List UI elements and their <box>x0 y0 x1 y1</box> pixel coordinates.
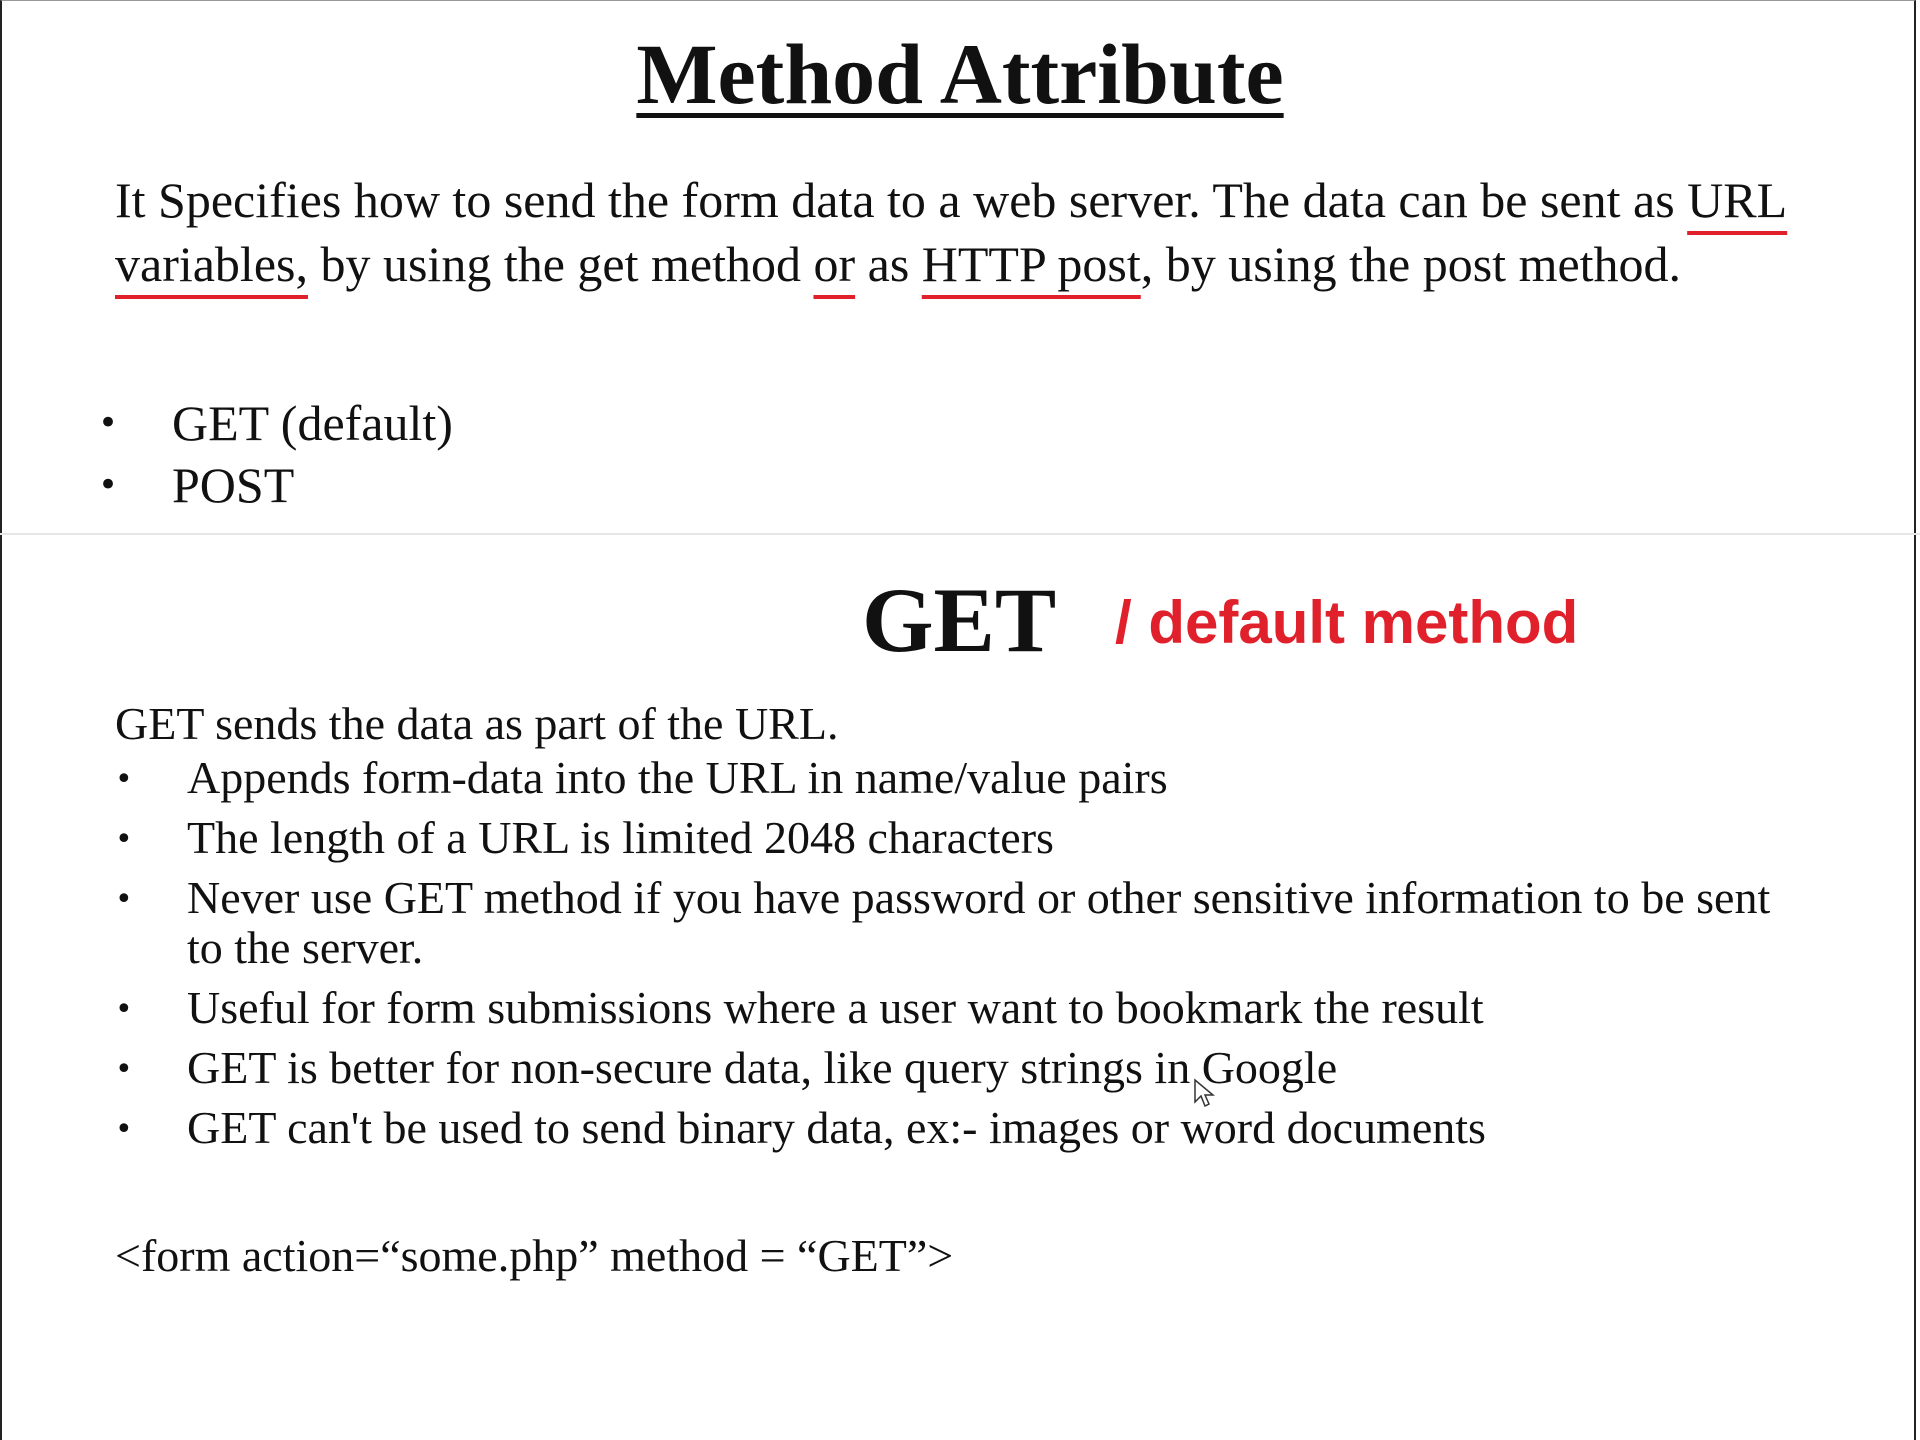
handwritten-annotation: / default method <box>1115 589 1579 656</box>
bullet-icon: • <box>98 465 119 505</box>
list-item-text: GET is better for non-secure data, like … <box>187 1042 1338 1093</box>
list-item: • GET can't be used to send binary data, … <box>0 1103 1920 1153</box>
bullet-icon: • <box>98 403 119 443</box>
list-item-text: Never use GET method if you have passwor… <box>187 872 1771 973</box>
bullet-icon: • <box>115 1112 133 1147</box>
list-item: • Never use GET method if you have passwo… <box>0 873 1920 973</box>
highlight-http-post: HTTP post <box>921 236 1141 292</box>
list-item-text: The length of a URL is limited 2048 char… <box>187 812 1054 863</box>
list-item: • The length of a URL is limited 2048 cha… <box>0 813 1920 863</box>
bullet-icon: • <box>115 1052 133 1087</box>
slide-get: GET / default method GET sends the data … <box>0 535 1920 1440</box>
bullet-icon: • <box>115 992 133 1027</box>
method-list: • GET (default) • POST <box>0 392 453 516</box>
slide-method-attribute: Method Attribute It Specifies how to sen… <box>0 0 1920 533</box>
intro-paragraph: It Specifies how to send the form data t… <box>115 168 1835 296</box>
slide-title-text: Method Attribute <box>636 26 1284 122</box>
intro-part-1: It Specifies how to send the form data t… <box>115 172 1688 228</box>
highlight-or: or <box>813 236 856 292</box>
lead-sentence: GET sends the data as part of the URL. <box>115 698 839 749</box>
list-item-text: Useful for form submissions where a user… <box>187 982 1484 1033</box>
get-points-list: • Appends form-data into the URL in name/… <box>0 753 1920 1163</box>
list-item: • Useful for form submissions where a use… <box>0 983 1920 1033</box>
form-code-example: <form action=“some.php” method = “GET”> <box>115 1230 954 1281</box>
list-item: • GET (default) <box>0 392 453 454</box>
list-item: • GET is better for non-secure data, like… <box>0 1043 1920 1093</box>
slide-title: Method Attribute <box>0 24 1920 124</box>
intro-part-4: , by using the post method. <box>1140 236 1682 292</box>
slide-title: GET <box>862 569 1057 671</box>
list-item-text: GET (default) <box>172 395 453 451</box>
bullet-icon: • <box>115 762 133 797</box>
mouse-pointer-icon <box>1194 1078 1215 1108</box>
list-item-text: Appends form-data into the URL in name/v… <box>187 752 1168 803</box>
list-item: • POST <box>0 454 453 516</box>
bullet-icon: • <box>115 882 133 917</box>
list-item-text: GET can't be used to send binary data, e… <box>187 1102 1486 1153</box>
bullet-icon: • <box>115 822 133 857</box>
list-item-text: POST <box>172 457 295 513</box>
intro-part-3: as <box>855 236 922 292</box>
intro-part-2: by using the get method <box>307 236 814 292</box>
list-item: • Appends form-data into the URL in name/… <box>0 753 1920 803</box>
